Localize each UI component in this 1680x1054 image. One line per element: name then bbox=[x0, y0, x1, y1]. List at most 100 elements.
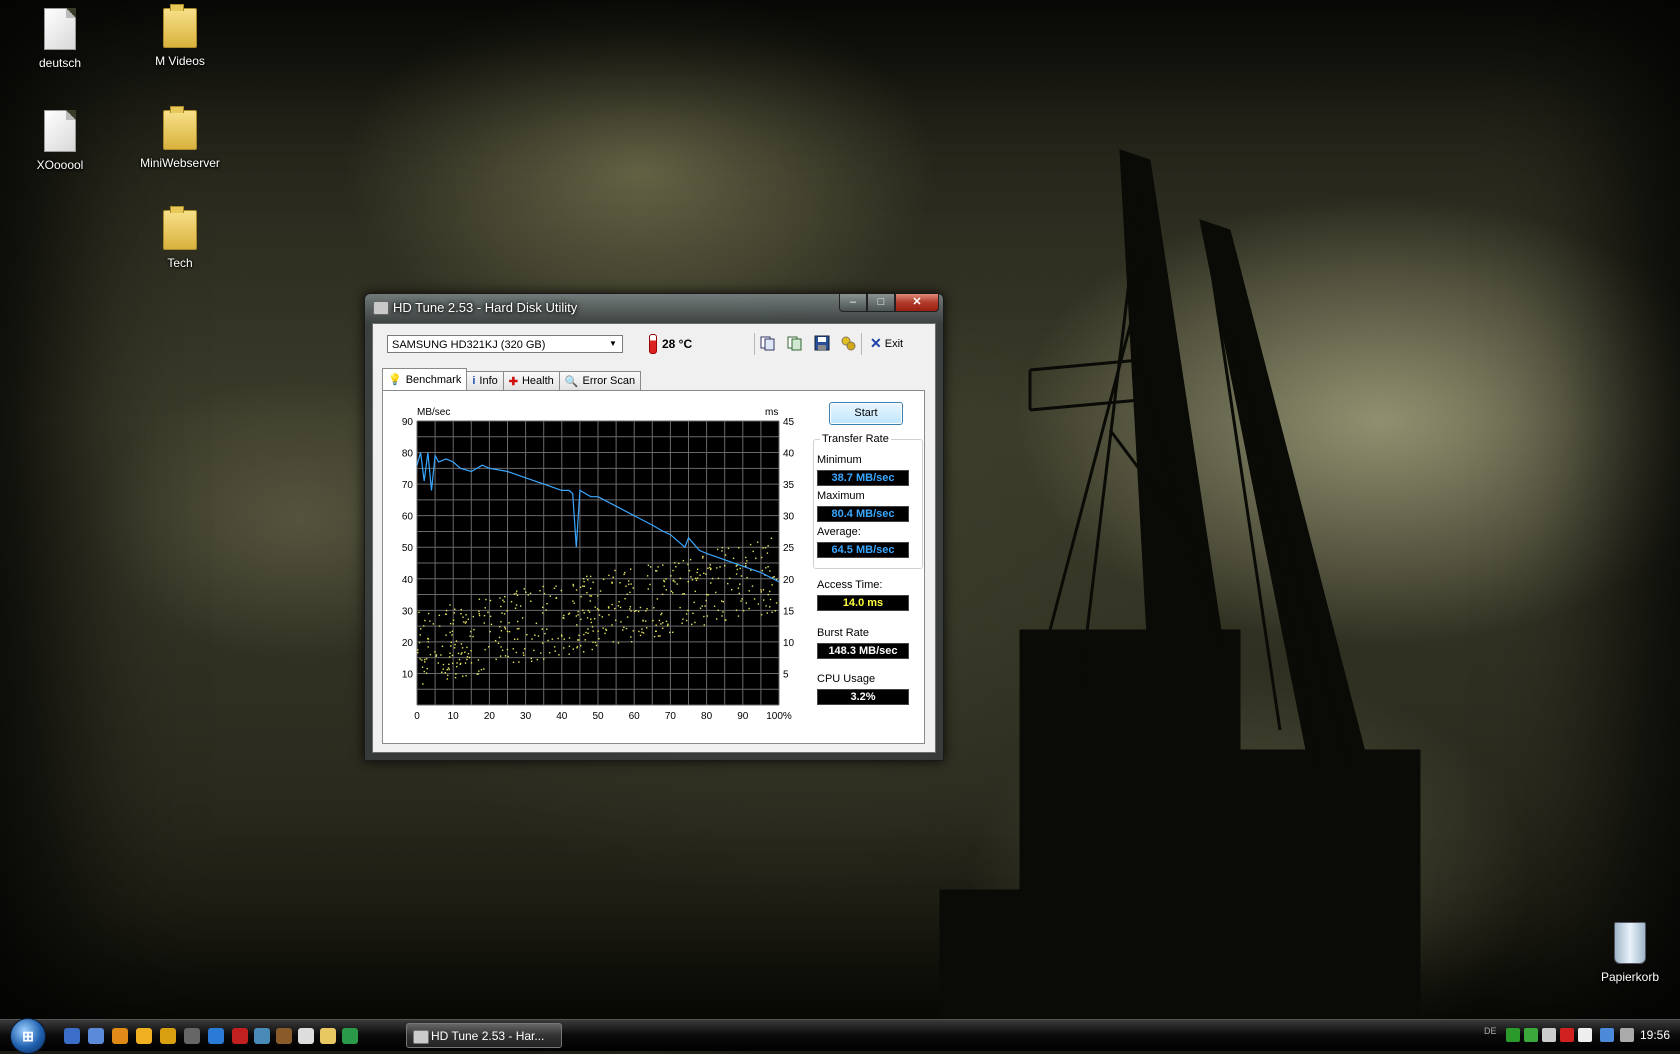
access-time-point bbox=[702, 557, 704, 559]
access-time-point bbox=[682, 618, 684, 620]
tray-clock-app-icon[interactable] bbox=[1542, 1028, 1556, 1042]
recycle-bin[interactable]: Papierkorb bbox=[1580, 922, 1680, 984]
monitor-app-icon[interactable] bbox=[342, 1028, 358, 1044]
game-app-icon[interactable] bbox=[276, 1028, 292, 1044]
access-time-point bbox=[418, 611, 420, 614]
access-time-point bbox=[716, 548, 719, 551]
folder-icon bbox=[163, 206, 197, 250]
access-time-point bbox=[662, 564, 664, 566]
show-desktop-icon[interactable] bbox=[64, 1028, 80, 1044]
x-tick-label: 0 bbox=[414, 711, 420, 722]
access-time-point bbox=[633, 610, 636, 613]
access-time-point bbox=[739, 567, 741, 570]
access-time-point bbox=[572, 648, 575, 650]
network-app-icon[interactable] bbox=[254, 1028, 270, 1044]
access-time-point bbox=[452, 619, 455, 621]
access-time-point bbox=[586, 591, 588, 594]
start-orb-icon[interactable]: ⊞ bbox=[10, 1018, 46, 1054]
drive-select[interactable]: SAMSUNG HD321KJ (320 GB) ▼ bbox=[387, 335, 623, 353]
access-time-point bbox=[713, 605, 716, 607]
desktop-icon-label: Tech bbox=[167, 256, 193, 270]
access-time-point bbox=[451, 654, 454, 657]
tray-antivirus-icon[interactable] bbox=[1560, 1028, 1574, 1042]
access-time-point bbox=[489, 630, 491, 633]
access-time-point bbox=[560, 589, 562, 592]
tab-info[interactable]: i Info bbox=[466, 371, 504, 390]
access-time-point bbox=[722, 600, 724, 603]
tray-display-icon[interactable] bbox=[1600, 1028, 1614, 1042]
y-right-tick-label: 20 bbox=[783, 575, 795, 586]
folder-quicklaunch-icon[interactable] bbox=[320, 1028, 336, 1044]
close-button[interactable]: ✕ bbox=[895, 294, 939, 312]
access-time-point bbox=[769, 606, 771, 608]
volume-icon[interactable] bbox=[1620, 1028, 1634, 1042]
copy-text-icon[interactable] bbox=[759, 335, 777, 353]
access-time-point bbox=[598, 638, 600, 640]
desktop-icon-m-videos[interactable]: M Videos bbox=[130, 4, 230, 68]
terminal-icon[interactable] bbox=[298, 1028, 314, 1044]
access-time-point bbox=[577, 614, 579, 616]
desktop-icon-xooooool[interactable]: XOooool bbox=[10, 110, 110, 172]
winamp-icon[interactable] bbox=[160, 1028, 176, 1044]
access-time-point bbox=[619, 606, 622, 609]
chevron-down-icon[interactable]: ▼ bbox=[606, 337, 620, 351]
access-time-point bbox=[655, 624, 657, 626]
access-time-point bbox=[687, 609, 689, 612]
access-time-point bbox=[442, 668, 444, 670]
access-time-point bbox=[702, 555, 704, 558]
language-indicator[interactable]: DE bbox=[1484, 1026, 1497, 1036]
access-time-point bbox=[460, 653, 462, 655]
access-time-point bbox=[478, 610, 480, 612]
access-time-point bbox=[675, 566, 677, 568]
access-time-point bbox=[423, 670, 425, 673]
access-time-point bbox=[699, 574, 701, 576]
switch-windows-icon[interactable] bbox=[88, 1028, 104, 1044]
maximize-button[interactable]: □ bbox=[867, 294, 895, 312]
access-time-point bbox=[635, 609, 637, 612]
taskbar-button-hdtune[interactable]: HD Tune 2.53 - Har... bbox=[406, 1023, 562, 1048]
access-time-point bbox=[583, 633, 585, 636]
access-time-point bbox=[506, 648, 509, 651]
desktop-icon-miniwebserver[interactable]: MiniWebserver bbox=[130, 106, 230, 170]
media-app-icon[interactable] bbox=[112, 1028, 128, 1044]
desktop-icon-deutsch[interactable]: deutsch bbox=[10, 8, 110, 70]
access-time-point bbox=[465, 614, 467, 616]
access-time-point bbox=[504, 655, 507, 657]
access-time-point bbox=[484, 607, 486, 609]
access-time-point bbox=[577, 639, 579, 641]
access-time-point bbox=[568, 653, 570, 655]
media-player-icon[interactable] bbox=[136, 1028, 152, 1044]
access-time-point bbox=[732, 557, 735, 560]
tab-health[interactable]: ✚ Health bbox=[502, 371, 560, 390]
copy-screenshot-icon[interactable] bbox=[786, 335, 804, 353]
exit-button[interactable]: ✕ Exit bbox=[870, 335, 903, 352]
tray-app-icon[interactable] bbox=[1578, 1028, 1592, 1042]
y-left-tick-label: 70 bbox=[402, 480, 414, 491]
options-icon[interactable] bbox=[839, 335, 857, 353]
access-time-point bbox=[588, 611, 591, 613]
access-time-point bbox=[516, 590, 518, 592]
access-time-point bbox=[775, 602, 778, 604]
tab-benchmark[interactable]: 💡 Benchmark bbox=[382, 368, 468, 390]
access-time-point bbox=[703, 572, 705, 575]
tray-green-icon[interactable] bbox=[1506, 1028, 1520, 1042]
internet-explorer-icon[interactable] bbox=[208, 1028, 224, 1044]
benchmark-chart: MB/sec ms90807060504030201045403530252015… bbox=[402, 407, 795, 722]
red-app-icon[interactable] bbox=[232, 1028, 248, 1044]
taskbar-clock[interactable]: 19:56 bbox=[1640, 1028, 1670, 1042]
access-time-point bbox=[462, 675, 464, 677]
desktop-icon-tech[interactable]: Tech bbox=[130, 206, 230, 270]
eye-app-icon[interactable] bbox=[184, 1028, 200, 1044]
y-right-tick-label: 25 bbox=[783, 543, 795, 554]
access-time-point bbox=[679, 606, 681, 609]
window-titlebar[interactable]: HD Tune 2.53 - Hard Disk Utility – □ ✕ bbox=[365, 294, 943, 322]
access-time-point bbox=[752, 550, 754, 553]
tray-network-icon[interactable] bbox=[1524, 1028, 1538, 1042]
access-time-point bbox=[711, 577, 714, 580]
access-time-point bbox=[454, 676, 457, 679]
save-icon[interactable] bbox=[813, 335, 831, 353]
start-button[interactable]: Start bbox=[829, 402, 903, 425]
minimize-button[interactable]: – bbox=[839, 294, 867, 312]
drive-select-value: SAMSUNG HD321KJ (320 GB) bbox=[392, 339, 546, 351]
tab-error-scan[interactable]: 🔍 Error Scan bbox=[558, 371, 642, 390]
